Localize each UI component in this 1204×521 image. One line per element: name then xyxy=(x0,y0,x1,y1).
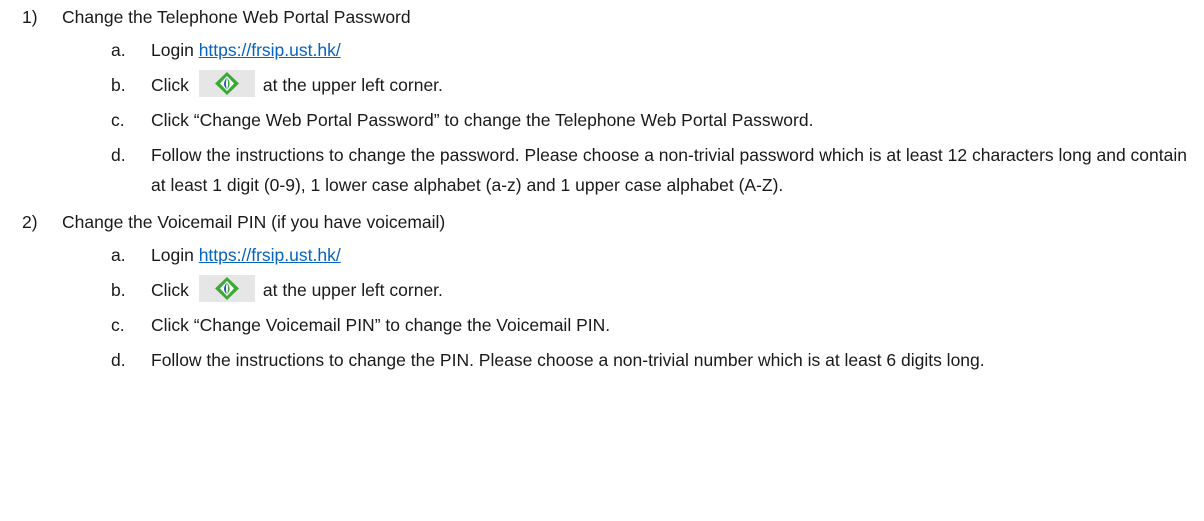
step-letter: a. xyxy=(111,245,126,265)
step-click-icon: b. Click at the upper left corner. xyxy=(0,274,1204,305)
step-change-pin-menu: c. Click “Change Voicemail PIN” to chang… xyxy=(0,310,1204,340)
step-text: Login xyxy=(151,40,194,60)
step-text: Follow the instructions to change the PI… xyxy=(151,350,985,370)
step-login: a. Login https://frsip.ust.hk/ xyxy=(0,35,1204,65)
section-change-portal-password: 1) Change the Telephone Web Portal Passw… xyxy=(0,0,1204,200)
section-title: Change the Telephone Web Portal Password xyxy=(62,7,411,27)
step-letter: c. xyxy=(111,315,125,335)
step-text: Click “Change Voicemail PIN” to change t… xyxy=(151,315,611,335)
step-change-password-menu: c. Click “Change Web Portal Password” to… xyxy=(0,105,1204,135)
step-text: Follow the instructions to change the pa… xyxy=(151,145,1187,195)
section-title: Change the Voicemail PIN (if you have vo… xyxy=(62,212,446,232)
section-number: 1) xyxy=(22,7,38,27)
portal-logo-icon xyxy=(198,69,255,97)
section-change-voicemail-pin: 2) Change the Voicemail PIN (if you have… xyxy=(0,205,1204,375)
portal-link[interactable]: https://frsip.ust.hk/ xyxy=(199,40,341,60)
step-letter: c. xyxy=(111,110,125,130)
step-follow-instructions: d. Follow the instructions to change the… xyxy=(0,140,1204,200)
step-text: Click xyxy=(151,75,189,95)
step-text: at the upper left corner. xyxy=(262,75,443,95)
step-click-icon: b. Click at the upper left corner. xyxy=(0,69,1204,100)
step-letter: d. xyxy=(111,350,126,370)
step-letter: a. xyxy=(111,40,126,60)
step-text: Login xyxy=(151,245,194,265)
step-text: Click “Change Web Portal Password” to ch… xyxy=(151,110,814,130)
portal-link[interactable]: https://frsip.ust.hk/ xyxy=(199,245,341,265)
section-heading: 1) Change the Telephone Web Portal Passw… xyxy=(0,0,1204,35)
step-text: Click xyxy=(151,280,189,300)
portal-logo-icon xyxy=(198,274,255,302)
section-number: 2) xyxy=(22,212,38,232)
document: 1) Change the Telephone Web Portal Passw… xyxy=(0,0,1204,380)
step-letter: b. xyxy=(111,280,126,300)
step-login: a. Login https://frsip.ust.hk/ xyxy=(0,240,1204,270)
step-follow-instructions: d. Follow the instructions to change the… xyxy=(0,345,1204,375)
step-letter: d. xyxy=(111,145,126,165)
section-heading: 2) Change the Voicemail PIN (if you have… xyxy=(0,205,1204,240)
step-text: at the upper left corner. xyxy=(262,280,443,300)
step-letter: b. xyxy=(111,75,126,95)
